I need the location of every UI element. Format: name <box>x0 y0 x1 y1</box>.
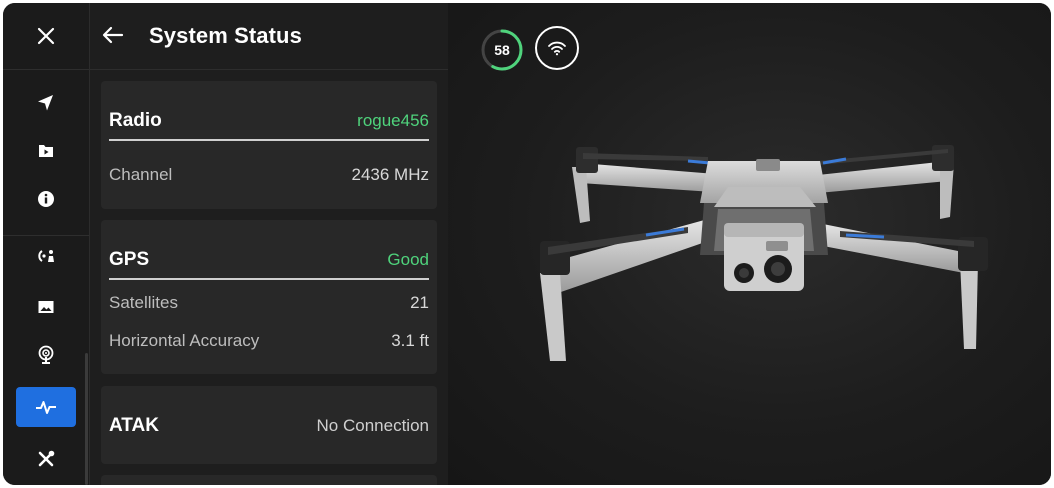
radio-card-header: Radio rogue456 <box>109 103 429 141</box>
gps-card-header: GPS Good <box>109 242 429 280</box>
back-button[interactable] <box>98 20 128 50</box>
close-icon <box>37 27 55 45</box>
page-title: System Status <box>149 23 302 48</box>
antenna-icon <box>38 345 54 364</box>
navigate-icon <box>38 95 53 111</box>
panel-header: System Status <box>90 3 448 70</box>
rail-divider <box>3 235 89 236</box>
accuracy-label: Horizontal Accuracy <box>109 331 260 350</box>
battery-indicator[interactable]: 58 <box>480 28 524 72</box>
atak-card-header: ATAK No Connection <box>109 408 429 444</box>
gps-status: Good <box>387 250 429 269</box>
wifi-button[interactable] <box>535 26 579 70</box>
system-status-panel: System Status Radio rogue456 Channel 243… <box>90 3 448 485</box>
wifi-icon <box>548 41 566 56</box>
rail-item-tools[interactable] <box>16 439 76 479</box>
app-frame: System Status Radio rogue456 Channel 243… <box>0 0 1054 488</box>
accuracy-value: 3.1 ft <box>391 331 429 350</box>
accuracy-row: Horizontal Accuracy 3.1 ft <box>109 330 429 352</box>
drone-view: 58 <box>448 3 1051 485</box>
rail-divider <box>3 69 89 70</box>
rail-scrollbar[interactable] <box>85 353 88 485</box>
image-icon <box>38 301 54 313</box>
radio-title: Radio <box>109 110 162 131</box>
channel-label: Channel <box>109 165 173 184</box>
channel-value: 2436 MHz <box>351 165 429 184</box>
satellites-label: Satellites <box>109 293 178 312</box>
radio-card: Radio rogue456 Channel 2436 MHz <box>101 81 437 209</box>
rail-item-media[interactable] <box>16 131 76 171</box>
battery-level: 58 <box>494 42 510 58</box>
tools-icon <box>38 450 55 467</box>
gps-card: GPS Good Satellites 21 Horizontal Accura… <box>101 220 437 374</box>
next-card <box>101 475 437 485</box>
info-icon <box>38 191 54 207</box>
satellites-row: Satellites 21 <box>109 292 429 314</box>
rail-item-antenna[interactable] <box>16 335 76 375</box>
channel-row: Channel 2436 MHz <box>109 164 429 186</box>
rail-item-pilot[interactable] <box>16 237 76 277</box>
satellites-value: 21 <box>410 293 429 312</box>
atak-status: No Connection <box>316 416 429 435</box>
rail-item-navigate[interactable] <box>16 83 76 123</box>
rail-item-system-status[interactable] <box>16 387 76 427</box>
atak-card: ATAK No Connection <box>101 386 437 464</box>
drone-image <box>540 145 988 361</box>
pulse-icon <box>36 401 56 414</box>
side-rail <box>3 3 90 485</box>
media-icon <box>39 145 53 157</box>
pilot-icon <box>38 250 54 262</box>
rail-item-image[interactable] <box>16 287 76 327</box>
rail-item-info[interactable] <box>16 179 76 219</box>
atak-title: ATAK <box>109 415 159 436</box>
app-screen: System Status Radio rogue456 Channel 243… <box>3 3 1051 485</box>
gps-title: GPS <box>109 249 150 270</box>
close-button[interactable] <box>16 16 76 56</box>
arrow-left-icon <box>102 26 124 44</box>
radio-name: rogue456 <box>357 111 429 130</box>
